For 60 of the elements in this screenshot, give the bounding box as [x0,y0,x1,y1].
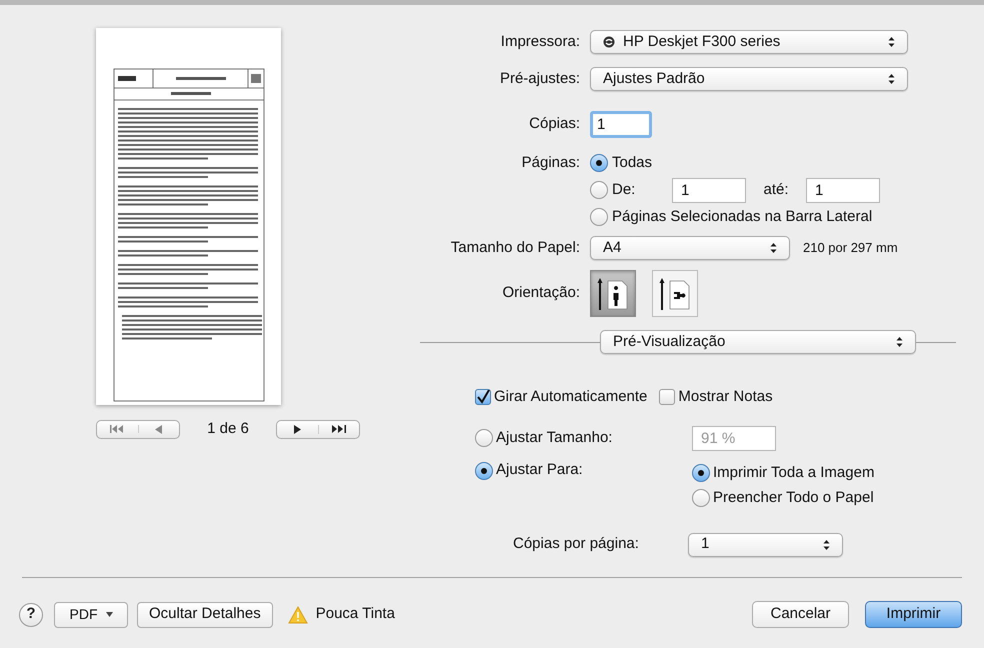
radio-label: Imprimir Toda a Imagem [713,462,874,482]
page-indicator: 1 de 6 [206,419,250,439]
last-page-icon [332,425,346,434]
hide-details-button[interactable]: Ocultar Detalhes [137,602,273,628]
field-label: Cópias: [528,114,581,134]
radio-button[interactable] [590,181,608,199]
radio-label: Preencher Todo o Papel [713,488,874,508]
stepper-arrows-icon [823,538,830,550]
portrait-page-icon [596,276,630,312]
checkbox-label: Mostrar Notas [678,387,773,407]
stepper-arrows-icon [896,336,903,348]
from-page-field[interactable]: 1 [672,178,746,202]
field-label: Tamanho do Papel: [450,238,581,258]
field-label: Cópias por página: [513,534,640,554]
print-button[interactable]: Imprimir [865,601,962,628]
to-page-field[interactable]: 1 [806,178,880,202]
radio-button[interactable] [692,464,710,482]
checkbox[interactable] [475,389,491,406]
radio-button[interactable] [590,154,608,172]
warning-text: Pouca Tinta [316,604,395,624]
next-pages-control[interactable] [276,420,360,439]
radio-label: Ajustar Para: [496,460,583,480]
paper-size-popup[interactable]: A4 [590,236,790,260]
first-page-icon [110,425,124,434]
previous-pages-control[interactable] [96,420,180,439]
radio-label: Páginas Selecionadas na Barra Lateral [612,206,872,226]
field-label: Impressora: [500,32,581,52]
copies-field[interactable]: 1 [590,111,652,138]
checkbox-label: Girar Automaticamente [494,387,648,407]
radio-button[interactable] [475,429,493,447]
dropdown-caret-icon [106,612,112,617]
play-icon [294,424,301,434]
previous-page-icon [155,424,162,434]
printer-popup[interactable]: HP Deskjet F300 series [590,30,908,54]
help-button[interactable]: ? [19,602,43,626]
orientation-button[interactable] [652,270,698,317]
field-label: Páginas: [520,153,581,173]
section-popup[interactable]: Pré-Visualização [600,330,916,354]
copies-per-page-popup[interactable]: 1 [688,532,843,556]
checkbox[interactable] [659,389,676,406]
printer-status-icon [603,36,615,48]
radio-button[interactable] [692,489,710,508]
radio-label: Ajustar Tamanho: [496,428,612,448]
orientation-button[interactable] [590,270,636,317]
paper-dimensions: 210 por 297 mm [803,239,898,258]
pdf-menu-button[interactable]: PDF [54,602,128,628]
to-label: até: [762,180,790,200]
warning-icon [288,606,308,624]
radio-button[interactable] [475,462,493,480]
cancel-button[interactable]: Cancelar [752,601,849,628]
landscape-page-icon [658,276,692,312]
radio-label: De: [612,180,636,200]
radio-button[interactable] [590,208,608,226]
field-label: Pré-ajustes: [498,68,581,89]
stepper-arrows-icon [888,36,895,48]
stepper-arrows-icon [888,73,895,85]
stepper-arrows-icon [770,242,777,254]
presets-popup[interactable]: Ajustes Padrão [590,67,908,91]
radio-label: Todas [612,153,652,173]
field-label: Orientação: [501,283,581,304]
